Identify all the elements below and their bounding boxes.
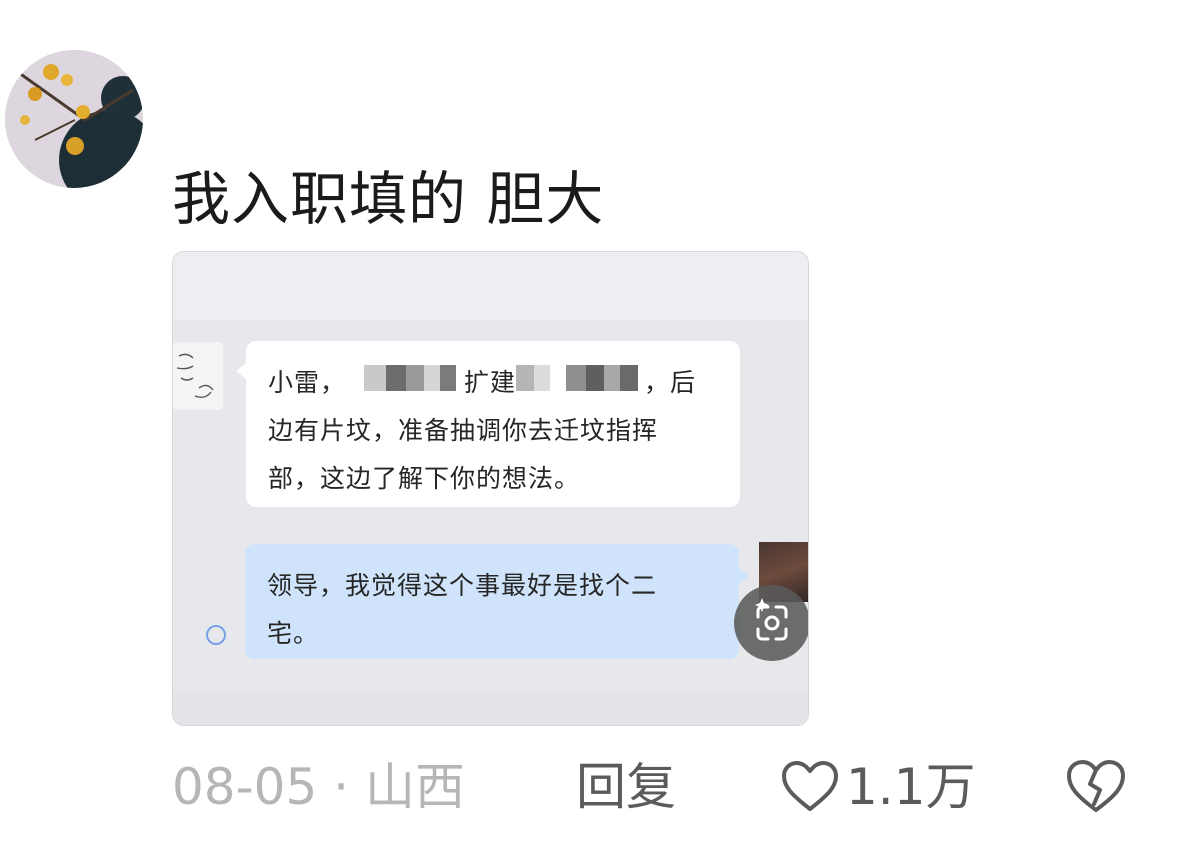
- reply-button[interactable]: 回复: [576, 752, 676, 822]
- like-button[interactable]: 1.1万: [780, 752, 976, 822]
- incoming-line-2: 边有片坟，准备抽调你去迁坟指挥: [268, 416, 659, 445]
- incoming-line-3: 部，这边了解下你的想法。: [268, 464, 581, 493]
- like-count: 1.1万: [846, 758, 976, 816]
- image-scan-icon: [755, 598, 788, 641]
- outgoing-message-bubble: 领导，我觉得这个事最好是找个二 宅。: [245, 544, 749, 659]
- broken-heart-icon: [1067, 760, 1125, 812]
- date-location: 08-05 · 山西: [172, 758, 465, 816]
- user-avatar-flower-icon: [5, 50, 143, 188]
- screenshot-header-area: [173, 252, 808, 320]
- outgoing-line-2: 宅。: [267, 619, 320, 648]
- outgoing-line-1: 领导，我觉得这个事最好是找个二: [267, 571, 658, 600]
- user-avatar[interactable]: [5, 50, 143, 188]
- read-status-icon: [206, 625, 226, 645]
- image-scan-button[interactable]: [734, 585, 808, 661]
- heart-icon: [782, 761, 838, 811]
- chat-screenshot-image[interactable]: 小雷， 扩建 ，后 边有片坟，准备抽调你去迁坟指挥 部，这边了解下你的想法。 领…: [172, 251, 809, 726]
- comment-text: 我入职填的 胆大: [172, 165, 605, 233]
- sender-avatar: [173, 342, 223, 410]
- incoming-message-bubble: 小雷， 扩建 ，后 边有片坟，准备抽调你去迁坟指挥 部，这边了解下你的想法。: [236, 341, 740, 507]
- dislike-button[interactable]: [1065, 756, 1127, 818]
- screenshot-footer-area: [173, 690, 808, 725]
- redacted-mosaic: [566, 365, 638, 391]
- incoming-line-1-end: ，后: [644, 368, 697, 397]
- incoming-line-1-mid: 扩建: [464, 368, 517, 397]
- redacted-mosaic: [364, 365, 456, 391]
- redacted-mosaic: [516, 365, 550, 391]
- incoming-line-1-start: 小雷，: [268, 368, 347, 397]
